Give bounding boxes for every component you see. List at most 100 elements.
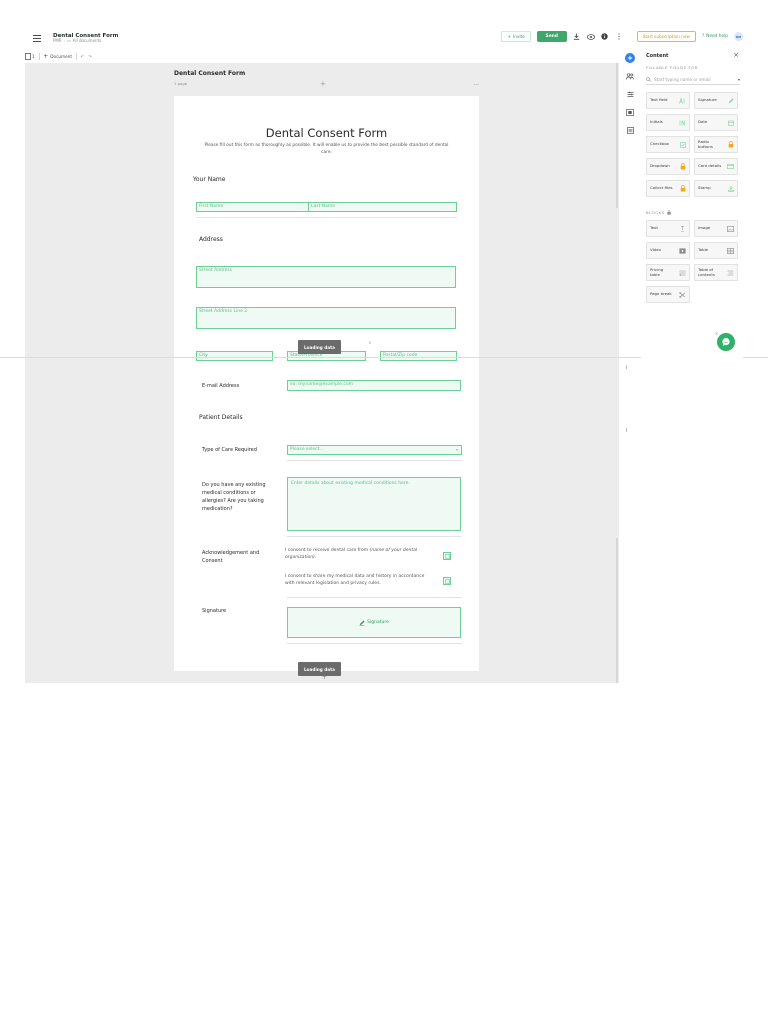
canvas-scrollbar[interactable] (616, 538, 618, 683)
form-title[interactable]: Dental Consent Form (174, 126, 479, 140)
email-field[interactable]: ex: myname@example.com (287, 380, 461, 391)
tile-label: Image (698, 225, 711, 231)
consent-1-checkbox[interactable] (443, 552, 451, 560)
text-block-icon: T̲ (680, 225, 685, 232)
block-tile-table[interactable]: Table (694, 242, 738, 259)
need-help-button[interactable]: ? Need help (702, 34, 728, 39)
block-tile-pricing-table[interactable]: Pricing table $ (646, 264, 690, 281)
breadcrumb-all-documents[interactable]: All documents (73, 38, 102, 44)
breadcrumb-workspace[interactable]: PMR (53, 38, 62, 44)
send-button[interactable]: Send (536, 31, 567, 42)
lock-icon (679, 163, 686, 170)
canvas-scrollbar[interactable] (616, 63, 618, 208)
recipients-tab-icon[interactable] (625, 71, 635, 81)
medical-conditions-textarea[interactable]: Enter details about existing medical con… (287, 477, 461, 531)
last-name-field[interactable]: Last Name (308, 202, 457, 212)
your-name-heading[interactable]: Your Name (193, 176, 225, 183)
block-tile-table-of-contents[interactable]: Table of contents (694, 264, 738, 281)
close-panel-icon[interactable]: × (733, 51, 739, 59)
consent-2-checkbox[interactable] (443, 577, 451, 585)
field-underline (287, 536, 461, 537)
chat-support-button[interactable] (717, 333, 735, 351)
start-subscription-button[interactable]: Start subscription now (636, 31, 696, 42)
more-horiz-icon[interactable]: ··· (473, 82, 479, 89)
field-tile-stamp[interactable]: Stamp (694, 180, 738, 197)
close-icon[interactable]: × (368, 341, 372, 346)
hamburger-menu-icon[interactable] (31, 32, 43, 44)
medical-conditions-label: Do you have any existing medical conditi… (202, 482, 266, 512)
field-tile-text-field[interactable]: Text field (646, 92, 690, 109)
image-icon (727, 225, 734, 232)
tile-label: Page break (650, 291, 672, 297)
tile-label: Checkbox (650, 141, 670, 147)
street-address-field[interactable]: Street Address (196, 266, 456, 288)
tile-label: Date (698, 119, 708, 125)
download-icon[interactable] (573, 33, 581, 41)
loading-indicator: Loading data (298, 662, 341, 676)
field-tile-collect-files[interactable]: Collect files (646, 180, 690, 197)
undo-icon[interactable]: ↶ (81, 54, 85, 59)
lock-icon (667, 210, 671, 215)
tile-label: Text field (650, 97, 668, 103)
dismiss-chat-icon[interactable]: × (715, 331, 718, 336)
signature-label: Signature (202, 608, 227, 614)
recipient-search-input[interactable]: Start typing name or email ▾ (646, 75, 740, 85)
question-icon: ? (701, 34, 705, 39)
editor-toolbar: 1 + Document ↶ ↷ (25, 50, 619, 62)
more-vert-icon[interactable] (615, 33, 623, 41)
email-label: E-mail Address (202, 383, 240, 389)
breadcrumb-separator: · (63, 37, 65, 43)
list-tab-icon[interactable] (625, 125, 635, 135)
invite-button[interactable]: + Invite (501, 31, 531, 42)
redo-icon[interactable]: ↷ (88, 54, 92, 59)
content-tab-icon[interactable] (625, 53, 635, 63)
tile-label: Video (650, 247, 661, 253)
field-tile-signature[interactable]: Signature (694, 92, 738, 109)
add-page-icon[interactable]: + (320, 80, 326, 88)
info-icon[interactable] (601, 33, 609, 41)
settings-sliders-icon[interactable] (625, 89, 635, 99)
block-tile-text[interactable]: Text T̲ (646, 220, 690, 237)
lock-icon (727, 141, 734, 148)
block-tile-video[interactable]: Video (646, 242, 690, 259)
tile-label: Text (650, 225, 658, 231)
side-panel-rail (621, 50, 639, 350)
care-type-select[interactable]: Please select... ▾ (287, 445, 462, 455)
address-heading[interactable]: Address (199, 236, 223, 243)
tile-label: Initials (650, 119, 663, 125)
city-field[interactable]: City (196, 351, 273, 361)
preview-icon[interactable] (586, 33, 595, 41)
field-tile-dropdown[interactable]: Dropdown (646, 158, 690, 175)
patient-details-heading[interactable]: Patient Details (199, 414, 243, 421)
ruler-tick (626, 428, 627, 432)
text-field-icon (679, 97, 686, 104)
field-underline (287, 643, 462, 644)
field-tile-checkbox[interactable]: Checkbox (646, 136, 690, 153)
pages-indicator[interactable]: 1 (25, 52, 35, 60)
field-tile-card-details[interactable]: Card details (694, 158, 738, 175)
signature-field[interactable]: Signature (287, 607, 461, 638)
first-name-field[interactable]: First Name (196, 202, 317, 212)
table-icon (727, 247, 734, 254)
field-tile-radio-buttons[interactable]: Radio buttons (694, 136, 738, 153)
add-page-bottom-icon[interactable]: + (322, 674, 327, 681)
field-tile-initials[interactable]: Initials (646, 114, 690, 131)
toolbar-divider (76, 52, 77, 60)
design-tab-icon[interactable] (625, 107, 635, 117)
postal-code-field[interactable]: Postal/Zip code (380, 351, 457, 361)
form-description[interactable]: Please fill out this form as thoroughly … (199, 143, 454, 156)
block-tile-page-break[interactable]: Page break (646, 286, 690, 303)
content-panel: Content × FILLABLE FIELDS FOR Start typi… (641, 50, 743, 360)
chevron-down-icon[interactable]: ▾ (738, 77, 740, 82)
tile-label: Table (698, 247, 709, 253)
block-tile-image[interactable]: Image (694, 220, 738, 237)
user-avatar[interactable]: NH (734, 32, 743, 41)
field-tile-date[interactable]: Date (694, 114, 738, 131)
add-document-button[interactable]: + Document (43, 53, 72, 60)
stamp-icon (727, 185, 734, 192)
street-address-line2-field[interactable]: Street Address Line 2 (196, 307, 456, 329)
need-help-label: Need help (706, 34, 728, 39)
acknowledgement-label: Acknowledgement and Consent (202, 550, 260, 564)
chevron-down-icon: ▾ (455, 447, 458, 452)
blocks-heading: BLOCKS (646, 210, 671, 215)
